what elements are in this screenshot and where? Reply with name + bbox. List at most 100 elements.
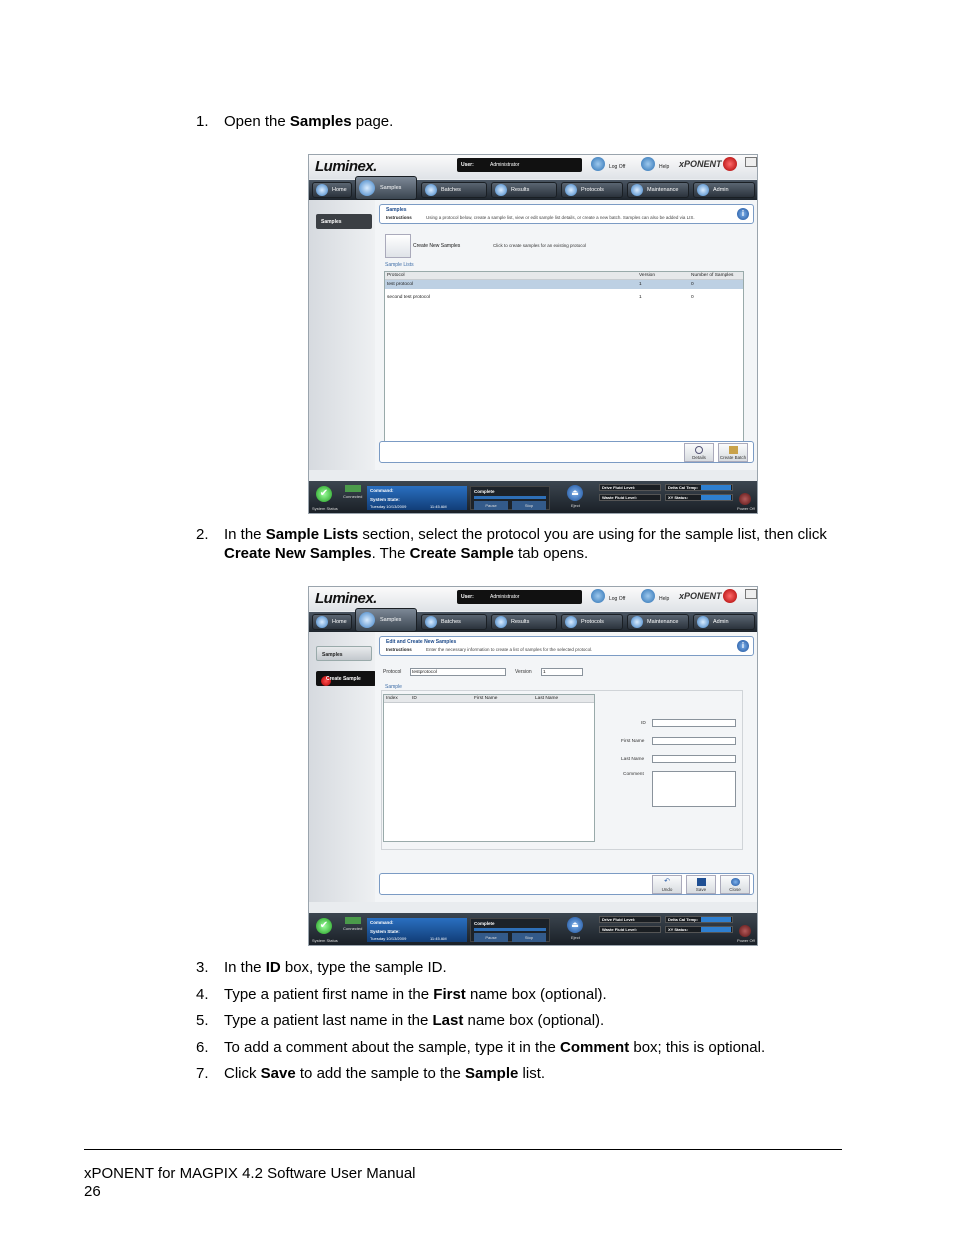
step-text: In the Sample Lists section, select the …	[224, 526, 827, 562]
step-text: Type a patient last name in the Last nam…	[224, 1012, 605, 1029]
close-button[interactable]: Close	[720, 875, 750, 894]
status-light-icon	[723, 589, 737, 603]
tab-admin[interactable]: Admin	[693, 614, 755, 630]
tab-home[interactable]: Home	[312, 182, 352, 198]
sidebar-item-create-sample[interactable]: Create Sample	[316, 671, 376, 686]
tab-samples[interactable]: Samples	[355, 608, 417, 632]
logoff-button[interactable]: Log Off	[609, 164, 625, 170]
magnifier-icon	[695, 446, 703, 454]
help-icon[interactable]	[641, 157, 655, 171]
id-label: ID	[641, 721, 646, 726]
step-6: 6. To add a comment about the sample, ty…	[196, 1038, 836, 1057]
first-name-field[interactable]	[652, 737, 736, 745]
sidebar-item-samples[interactable]: Samples	[316, 214, 372, 229]
protocols-icon	[565, 616, 577, 628]
comment-field[interactable]	[652, 771, 736, 807]
samples-content: Samples Instructions Using a protocol be…	[375, 200, 757, 470]
status-bar: ✔ System Status Connected Command: Syste…	[309, 913, 757, 945]
create-batch-button[interactable]: Create Batch	[718, 443, 748, 462]
protocol-label: Protocol	[383, 669, 402, 675]
user-box: User: Administrator	[457, 158, 582, 172]
connected-icon	[345, 485, 361, 492]
main-nav: Home Samples Batches Results Protocols M…	[309, 176, 757, 200]
progress-panel: Complete Pause Stop	[470, 486, 550, 510]
eject-icon[interactable]: ⏏	[567, 485, 583, 501]
step-number: 4.	[196, 986, 209, 1003]
instructions-text: Enter the necessary information to creat…	[426, 647, 593, 652]
id-field[interactable]	[652, 719, 736, 727]
help-icon[interactable]	[641, 589, 655, 603]
power-icon[interactable]	[739, 493, 751, 505]
undo-button[interactable]: ↶ Undo	[652, 875, 682, 894]
step-4: 4. Type a patient first name in the Firs…	[196, 985, 836, 1004]
action-bar: Details Create Batch	[379, 441, 754, 463]
tab-maintenance[interactable]: Maintenance	[627, 614, 689, 630]
logoff-button[interactable]: Log Off	[609, 596, 625, 602]
action-bar: ↶ Undo Save Close	[379, 873, 754, 895]
help-button[interactable]: Help	[659, 596, 669, 602]
logoff-icon[interactable]	[591, 589, 605, 603]
luminex-logo: Luminex.	[315, 158, 377, 175]
step-number: 7.	[196, 1065, 209, 1082]
create-new-samples-button[interactable]: Create New Samples	[413, 243, 460, 249]
system-status-icon: ✔	[316, 486, 332, 502]
step-number: 3.	[196, 959, 209, 976]
xponent-logo: xPONENT	[679, 159, 722, 169]
stop-button[interactable]: Stop	[512, 501, 546, 510]
help-button[interactable]: Help	[659, 164, 669, 170]
instructions-text: Using a protocol below, create a sample …	[426, 215, 695, 220]
undo-icon: ↶	[664, 878, 670, 885]
connected-label: Connected	[343, 494, 363, 499]
stop-button[interactable]: Stop	[512, 933, 546, 942]
sidebar: Samples	[309, 200, 375, 470]
eject-label: Eject	[571, 935, 580, 940]
details-button[interactable]: Details	[684, 443, 714, 462]
pause-button[interactable]: Pause	[474, 501, 508, 510]
home-icon	[316, 184, 328, 196]
window-button[interactable]	[745, 589, 757, 599]
eject-icon[interactable]: ⏏	[567, 917, 583, 933]
create-new-samples-icon[interactable]	[385, 234, 411, 258]
waste-fluid-level: Waste Fluid Level:	[599, 494, 661, 501]
batches-icon	[425, 616, 437, 628]
tab-home[interactable]: Home	[312, 614, 352, 630]
step-3: 3. In the ID box, type the sample ID.	[196, 958, 836, 977]
tab-maintenance[interactable]: Maintenance	[627, 182, 689, 198]
samples-icon	[359, 612, 375, 628]
tab-samples[interactable]: Samples	[355, 176, 417, 200]
eject-label: Eject	[571, 503, 580, 508]
power-icon[interactable]	[739, 925, 751, 937]
main-nav: Home Samples Batches Results Protocols M…	[309, 608, 757, 632]
info-icon[interactable]: i	[737, 640, 749, 652]
tab-protocols[interactable]: Protocols	[561, 614, 623, 630]
step-number: 2.	[196, 526, 209, 543]
tab-results[interactable]: Results	[491, 614, 557, 630]
version-field[interactable]: 1	[541, 668, 583, 676]
save-button[interactable]: Save	[686, 875, 716, 894]
luminex-logo: Luminex.	[315, 590, 377, 607]
screenshot-samples-page: Luminex. User: Administrator Log Off Help…	[308, 154, 758, 514]
window-button[interactable]	[745, 157, 757, 167]
tab-protocols[interactable]: Protocols	[561, 182, 623, 198]
tab-batches[interactable]: Batches	[421, 614, 487, 630]
page-header: Samples Instructions Using a protocol be…	[379, 204, 754, 224]
pause-button[interactable]: Pause	[474, 933, 508, 942]
sidebar-item-samples[interactable]: Samples	[316, 646, 372, 661]
home-icon	[316, 616, 328, 628]
close-icon	[730, 878, 740, 886]
step-2: 2. In the Sample Lists section, select t…	[196, 525, 836, 563]
xy-status-bar	[701, 495, 731, 500]
step-number: 1.	[196, 113, 209, 130]
protocol-field[interactable]: testprotocol	[410, 668, 506, 676]
tab-results[interactable]: Results	[491, 182, 557, 198]
sample-lists-label: Sample Lists	[385, 262, 414, 268]
info-icon[interactable]: i	[737, 208, 749, 220]
tab-admin[interactable]: Admin	[693, 182, 755, 198]
table-row[interactable]: second test protocol 1 0	[385, 293, 743, 302]
logoff-icon[interactable]	[591, 157, 605, 171]
last-name-field[interactable]	[652, 755, 736, 763]
step-7: 7. Click Save to add the sample to the S…	[196, 1064, 836, 1083]
tab-batches[interactable]: Batches	[421, 182, 487, 198]
step-text: Open the Samples page.	[224, 113, 394, 130]
table-row[interactable]: test protocol 1 0	[385, 280, 743, 289]
